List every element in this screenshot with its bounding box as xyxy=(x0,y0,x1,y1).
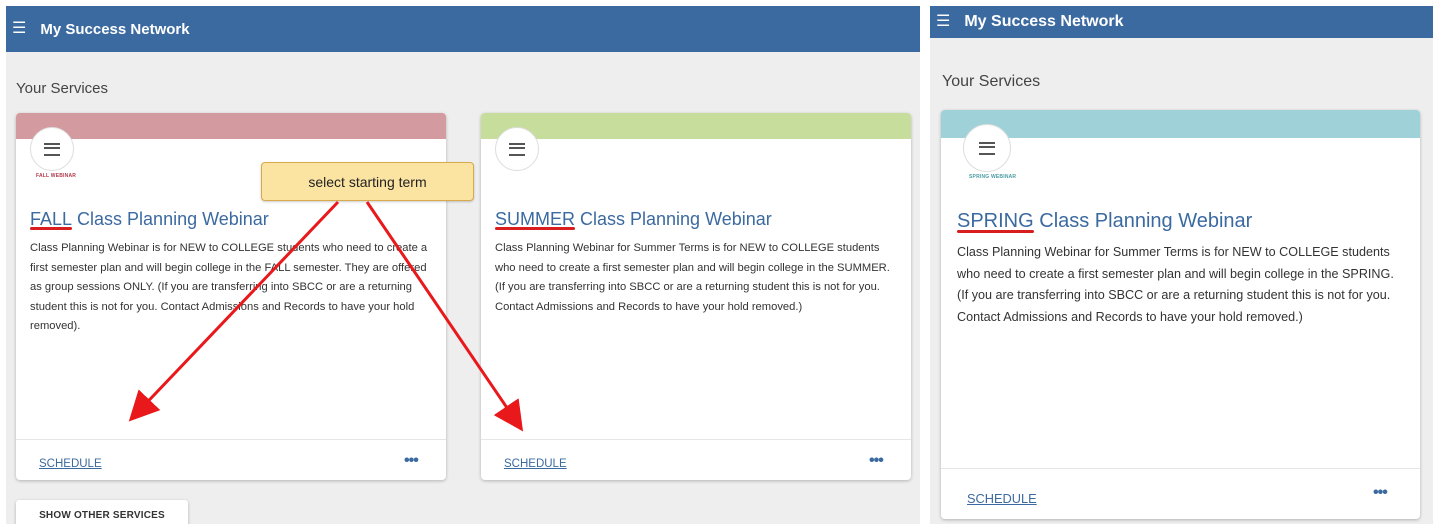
card-description: Class Planning Webinar for Summer Terms … xyxy=(957,245,1394,325)
service-card-summer: SUMMER Class Planning Webinar Class Plan… xyxy=(481,113,911,480)
service-card-spring: SPRING WEBINAR SPRING Class Planning Web… xyxy=(941,110,1420,519)
card-divider xyxy=(481,439,911,440)
college-logo-icon xyxy=(30,127,74,171)
annotation-callout: select starting term xyxy=(261,162,474,201)
card-term: SUMMER xyxy=(495,209,575,230)
card-description: Class Planning Webinar is for NEW to COL… xyxy=(30,242,428,332)
card-title-rest: Class Planning Webinar xyxy=(1033,210,1253,232)
card-divider xyxy=(16,439,446,440)
card-term: FALL xyxy=(30,209,73,230)
card-term: SPRING xyxy=(957,210,1034,233)
schedule-link[interactable]: SCHEDULE xyxy=(504,458,567,470)
card-title-rest: Class Planning Webinar xyxy=(575,209,772,229)
college-logo-icon xyxy=(495,127,539,171)
hamburger-menu-icon[interactable]: ☰ xyxy=(12,21,26,37)
section-heading: Your Services xyxy=(942,73,1041,90)
logo-caption: FALL WEBINAR xyxy=(36,173,77,179)
app-title: My Success Network xyxy=(964,13,1124,30)
card-title[interactable]: SPRING Class Planning Webinar xyxy=(957,210,1252,233)
card-color-band xyxy=(941,110,1420,138)
card-divider xyxy=(941,468,1420,469)
left-screenshot-panel: ☰ My Success Network Your Services FALL … xyxy=(6,6,920,524)
schedule-link[interactable]: SCHEDULE xyxy=(39,458,102,470)
card-color-band xyxy=(481,113,911,139)
card-color-band xyxy=(16,113,446,139)
college-logo-icon xyxy=(963,124,1011,172)
more-options-icon[interactable]: ••• xyxy=(869,452,884,470)
schedule-link[interactable]: SCHEDULE xyxy=(967,491,1037,506)
card-title-rest: Class Planning Webinar xyxy=(72,209,269,229)
hamburger-menu-icon[interactable]: ☰ xyxy=(936,14,950,30)
card-description: Class Planning Webinar for Summer Terms … xyxy=(495,242,890,313)
more-options-icon[interactable]: ••• xyxy=(404,452,419,470)
card-title[interactable]: SUMMER Class Planning Webinar xyxy=(495,209,772,230)
app-header: ☰ My Success Network xyxy=(6,6,920,52)
section-heading: Your Services xyxy=(16,80,108,97)
app-title: My Success Network xyxy=(40,20,190,38)
show-other-services-button[interactable]: SHOW OTHER SERVICES xyxy=(16,500,188,524)
right-screenshot-panel: ☰ My Success Network Your Services SPRIN… xyxy=(930,6,1433,524)
more-options-icon[interactable]: ••• xyxy=(1373,484,1388,502)
app-header: ☰ My Success Network xyxy=(930,6,1433,38)
logo-caption: SPRING WEBINAR xyxy=(969,174,1017,180)
card-title[interactable]: FALL Class Planning Webinar xyxy=(30,209,269,230)
